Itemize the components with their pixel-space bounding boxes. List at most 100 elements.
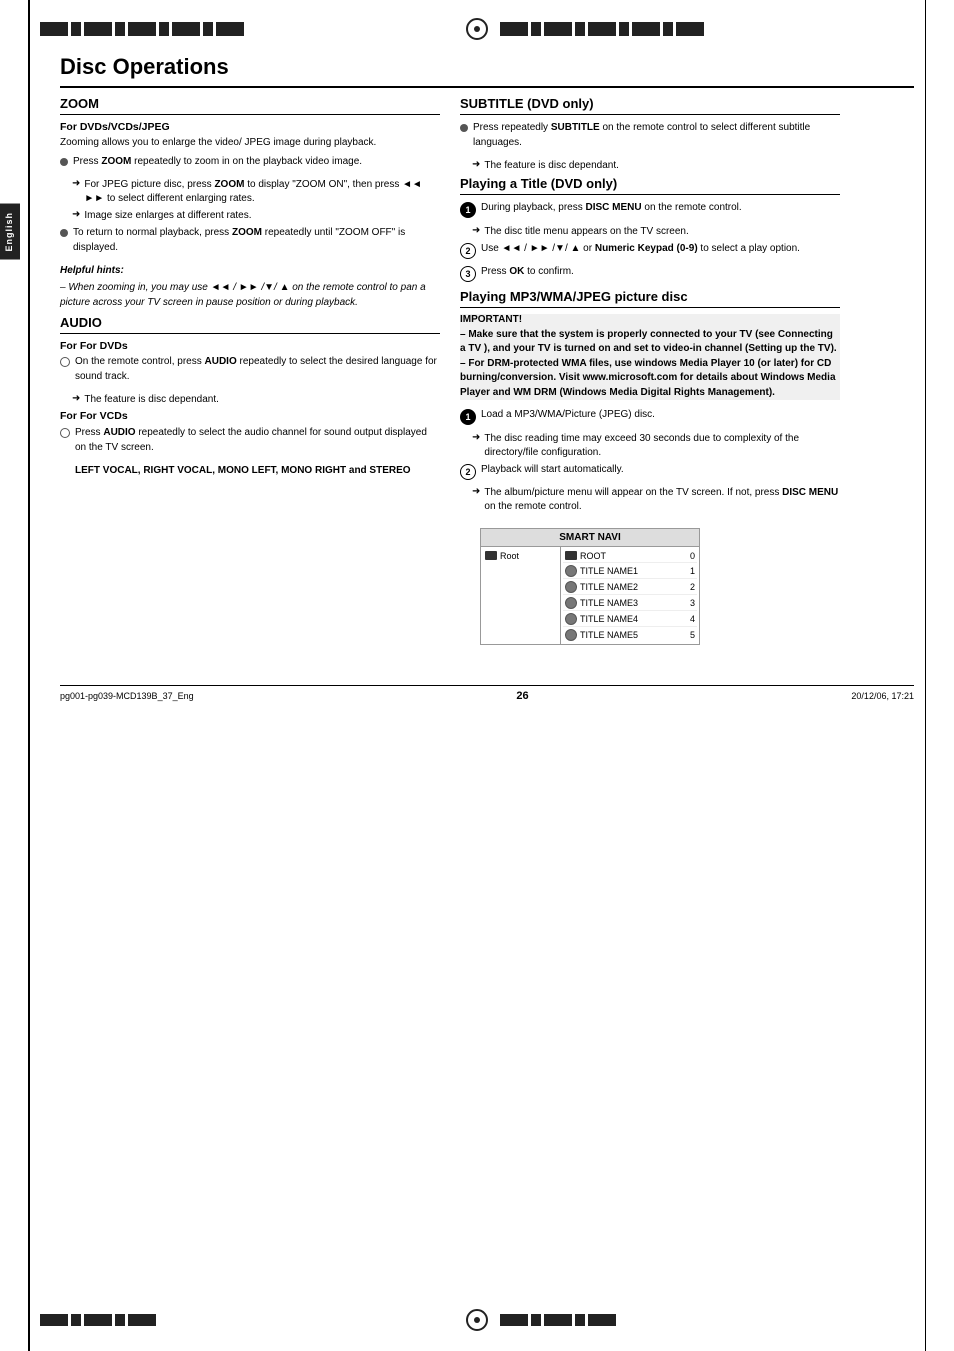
bar-block — [632, 22, 660, 36]
subtitle-section: SUBTITLE (DVD only) Press repeatedly SUB… — [460, 96, 840, 173]
playing-title-arrow-1: ➜ The disc title menu appears on the TV … — [472, 225, 840, 239]
zoom-arrow-2-text: Image size enlarges at different rates. — [84, 209, 251, 223]
navi-number-3: 3 — [690, 598, 695, 608]
bottom-bar — [40, 1309, 914, 1331]
smart-navi-left-col: Root — [481, 547, 561, 644]
mp3-step-2: 2 Playback will start automatically. — [460, 463, 840, 482]
bar-block — [500, 1314, 528, 1326]
playing-title-step-2-text: Use ◄◄ / ►► /▼/ ▲ or Numeric Keypad (0-9… — [481, 242, 800, 257]
navi-label-5: TITLE NAME5 — [580, 630, 638, 640]
mp3-arrow-2-text: The album/picture menu will appear on th… — [484, 486, 840, 514]
bar-block — [115, 22, 125, 36]
bullet-dot-icon — [460, 124, 468, 132]
playing-title-step-3: 3 Press OK to confirm. — [460, 265, 840, 284]
bar-block — [159, 22, 169, 36]
playing-title-step-1: 1 During playback, press DISC MENU on th… — [460, 201, 840, 220]
bar-circle-inner — [474, 1317, 480, 1323]
audio-dvds-bold: For DVDs — [80, 340, 128, 352]
zoom-section-title: ZOOM — [60, 96, 440, 115]
navi-number-2: 2 — [690, 582, 695, 592]
folder-icon — [485, 551, 497, 560]
bottom-line: pg001-pg039-MCD139B_37_Eng 26 20/12/06, … — [60, 685, 914, 702]
bar-block — [575, 22, 585, 36]
audio-dvds-arrow-text: The feature is disc dependant. — [84, 393, 219, 407]
playing-title-arrow-1-text: The disc title menu appears on the TV sc… — [484, 225, 688, 239]
bar-block — [84, 1314, 112, 1326]
bar-block — [40, 1314, 68, 1326]
disc-icon — [565, 629, 577, 641]
bar-block — [71, 22, 81, 36]
bar-block — [544, 22, 572, 36]
left-column: ZOOM For DVDs/VCDs/JPEG Zooming allows y… — [60, 96, 440, 645]
important-text-2: – For DRM-protected WMA files, use windo… — [460, 357, 840, 401]
navi-row-4: TITLE NAME4 4 — [563, 611, 697, 627]
bullet-dot-icon — [60, 158, 68, 166]
bar-block — [619, 22, 629, 36]
footer-left: pg001-pg039-MCD139B_37_Eng — [60, 691, 194, 701]
subtitle-arrow-1: ➜ The feature is disc dependant. — [472, 159, 840, 173]
bar-block — [71, 1314, 81, 1326]
navi-number-0: 0 — [690, 551, 695, 561]
mp3-step-number-1: 1 — [460, 409, 476, 425]
arrow-icon: ➜ — [472, 159, 480, 170]
zoom-intro: Zooming allows you to enlarge the video/… — [60, 136, 440, 151]
arrow-icon: ➜ — [72, 178, 80, 189]
navi-row-0: ROOT 0 — [563, 549, 697, 563]
smart-navi-body: Root ROOT 0 — [481, 547, 699, 644]
page: English Disc Operations ZOOM For DVDs/VC… — [0, 0, 954, 1351]
navi-label-3: TITLE NAME3 — [580, 598, 638, 608]
arrow-icon: ➜ — [472, 432, 480, 443]
smart-navi-container: SMART NAVI Root R — [480, 528, 700, 645]
bar-circle-bottom — [466, 1309, 488, 1331]
arrow-icon: ➜ — [472, 486, 480, 497]
subtitle-bullet-1-text: Press repeatedly SUBTITLE on the remote … — [473, 121, 840, 150]
bar-block — [676, 22, 704, 36]
zoom-bullet-1: Press ZOOM repeatedly to zoom in on the … — [60, 155, 440, 174]
disc-icon — [565, 565, 577, 577]
navi-root-label: Root — [500, 551, 519, 561]
bar-left-segment — [40, 22, 454, 36]
playing-title-step-2: 2 Use ◄◄ / ►► /▼/ ▲ or Numeric Keypad (0… — [460, 242, 840, 261]
bar-circle-inner — [474, 26, 480, 32]
step-number-3: 3 — [460, 266, 476, 282]
audio-vcds-bullet: Press AUDIO repeatedly to select the aud… — [60, 426, 440, 459]
arrow-icon: ➜ — [72, 209, 80, 220]
helpful-hints-text: – When zooming in, you may use ◄◄ / ►► /… — [60, 281, 440, 310]
zoom-arrow-1: ➜ For JPEG picture disc, press ZOOM to d… — [72, 178, 440, 206]
step-number-2: 2 — [460, 243, 476, 259]
zoom-section: ZOOM For DVDs/VCDs/JPEG Zooming allows y… — [60, 96, 440, 310]
bar-block — [216, 22, 244, 36]
bullet-outline-icon — [60, 428, 70, 438]
audio-dvds-text: On the remote control, press AUDIO repea… — [75, 355, 440, 384]
audio-vcds-text: Press AUDIO repeatedly to select the aud… — [75, 426, 440, 455]
navi-label-1: TITLE NAME1 — [580, 566, 638, 576]
bar-block — [128, 1314, 156, 1326]
subtitle-section-title: SUBTITLE (DVD only) — [460, 96, 840, 115]
bar-block — [115, 1314, 125, 1326]
disc-icon — [565, 581, 577, 593]
bar-block — [575, 1314, 585, 1326]
navi-number-4: 4 — [690, 614, 695, 624]
disc-icon — [565, 597, 577, 609]
navi-row-3: TITLE NAME3 3 — [563, 595, 697, 611]
smart-navi-right-col: ROOT 0 TITLE NAME1 1 T — [561, 547, 699, 644]
top-decorative-bar — [0, 0, 954, 40]
navi-row-5: TITLE NAME5 5 — [563, 627, 697, 642]
language-tab: English — [0, 204, 20, 260]
zoom-arrow-1-text: For JPEG picture disc, press ZOOM to dis… — [84, 178, 440, 206]
bar-block — [544, 1314, 572, 1326]
navi-label-4: TITLE NAME4 — [580, 614, 638, 624]
bar-block — [500, 22, 528, 36]
page-title: Disc Operations — [60, 54, 914, 88]
folder-icon — [565, 551, 577, 560]
bar-block — [588, 22, 616, 36]
zoom-for-text: For DVDs/VCDs/JPEG — [60, 121, 170, 133]
step-number-1: 1 — [460, 202, 476, 218]
bar-circle-left — [466, 18, 488, 40]
zoom-arrow-2: ➜ Image size enlarges at different rates… — [72, 209, 440, 223]
smart-navi-header: SMART NAVI — [481, 529, 699, 547]
mp3-arrow-1-text: The disc reading time may exceed 30 seco… — [484, 432, 840, 460]
mp3-arrow-2: ➜ The album/picture menu will appear on … — [472, 486, 840, 514]
bottom-bar-right — [500, 1314, 914, 1326]
two-column-layout: ZOOM For DVDs/VCDs/JPEG Zooming allows y… — [60, 96, 914, 645]
